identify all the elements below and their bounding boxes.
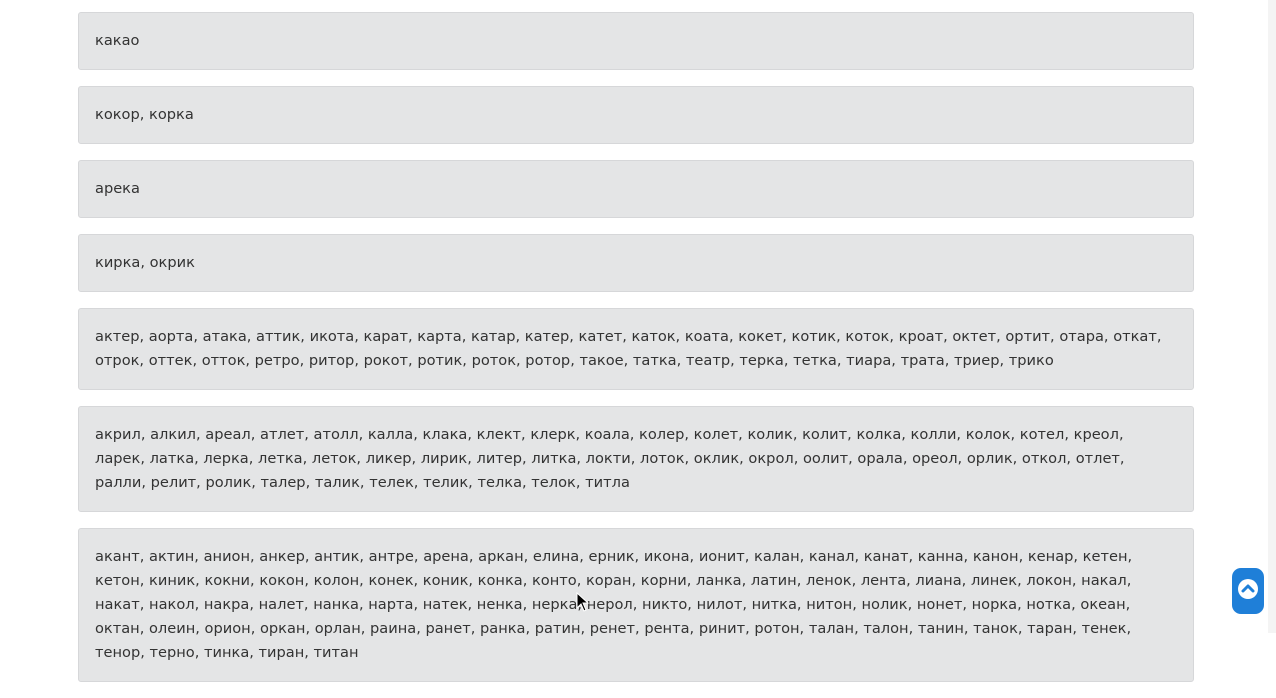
scroll-to-top-button[interactable] — [1232, 568, 1264, 614]
list-item: арека — [78, 160, 1194, 218]
list-item: актер, аорта, атака, аттик, икота, карат… — [78, 308, 1194, 390]
mouse-pointer-icon — [576, 591, 590, 612]
list-item: кирка, окрик — [78, 234, 1194, 292]
vertical-scrollbar[interactable] — [1268, 0, 1276, 633]
chevron-up-circle-icon — [1237, 578, 1259, 604]
list-item: какао — [78, 12, 1194, 70]
word-list: какао кокор, корка арека кирка, окрик ак… — [78, 12, 1194, 698]
list-item: акант, актин, анион, анкер, антик, антре… — [78, 528, 1194, 682]
list-item: кокор, корка — [78, 86, 1194, 144]
list-item: акрил, алкил, ареал, атлет, атолл, калла… — [78, 406, 1194, 512]
